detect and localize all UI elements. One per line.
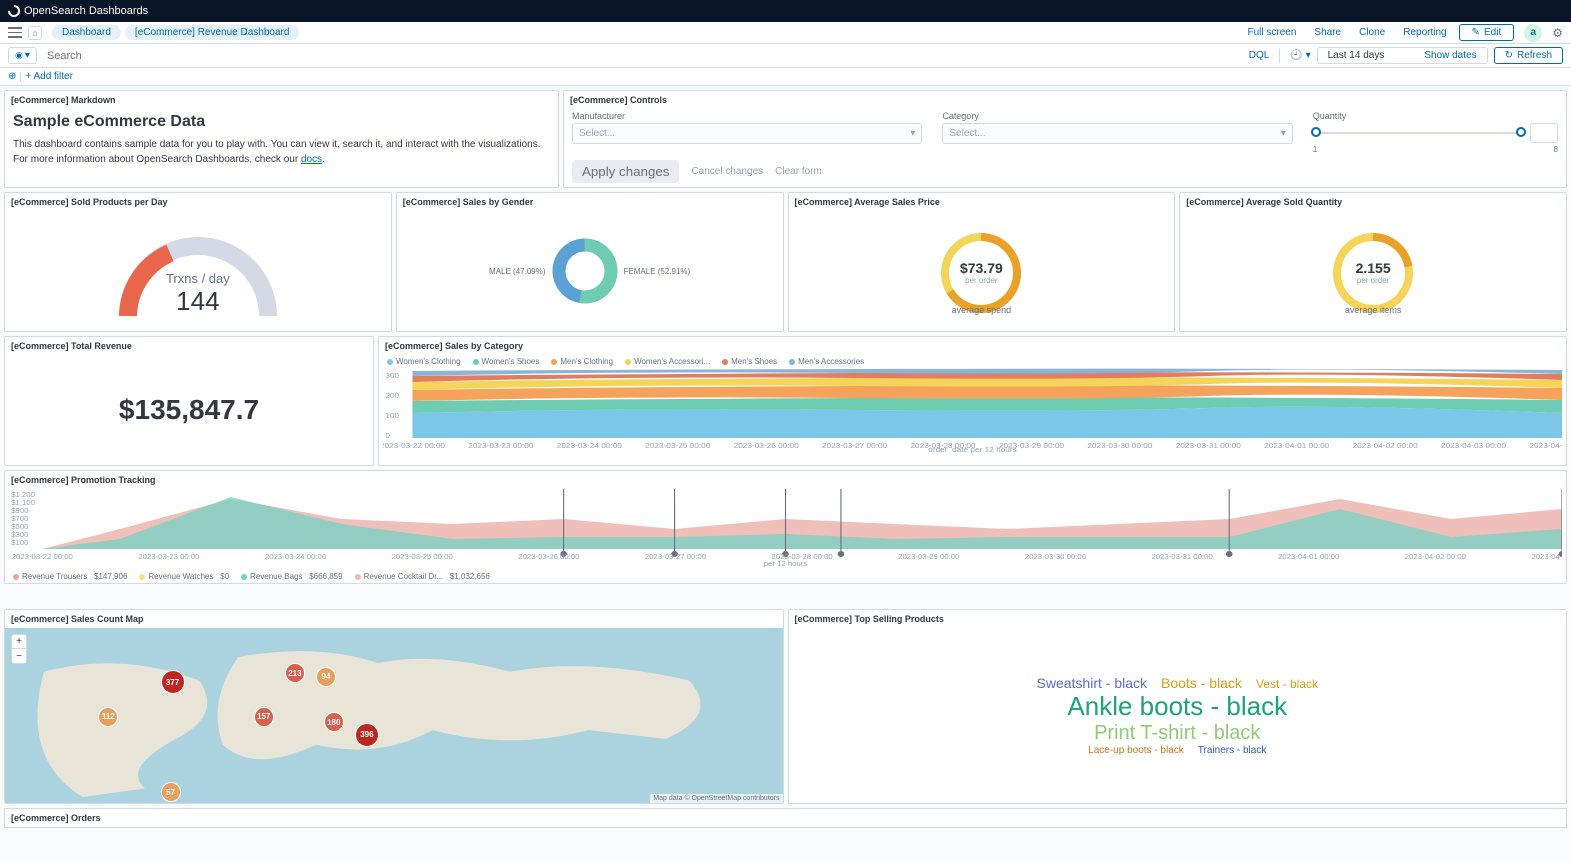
panel-orders: [eCommerce] Orders — [4, 808, 1567, 828]
dql-label[interactable]: DQL — [1249, 50, 1270, 61]
svg-text:100: 100 — [385, 412, 399, 420]
panel-map: [eCommerce] Sales Count Map +− 112377571… — [4, 609, 784, 804]
gear-icon[interactable]: ⚙ — [1552, 26, 1563, 40]
add-filter[interactable]: + Add filter — [25, 71, 73, 82]
search-input[interactable] — [43, 48, 1243, 64]
zoom-in-icon: + — [12, 635, 26, 649]
ql-selector[interactable]: ◉ ▾ — [8, 47, 37, 64]
svg-text:200: 200 — [385, 392, 399, 400]
panel-sales-category: [eCommerce] Sales by Category Women's Cl… — [378, 336, 1567, 466]
svg-text:2023-03-31 00:00: 2023-03-31 00:00 — [1176, 442, 1241, 450]
manufacturer-select[interactable]: Select...▾ — [572, 123, 922, 144]
apply-button[interactable]: Apply changes — [572, 160, 679, 183]
reporting-link[interactable]: Reporting — [1403, 27, 1446, 38]
panel-avg-qty: [eCommerce] Average Sold Quantity 2.155 … — [1179, 192, 1567, 332]
show-dates[interactable]: Show dates — [1424, 50, 1476, 61]
svg-text:per 12 hours: per 12 hours — [764, 559, 808, 567]
zoom-out-icon: − — [12, 649, 26, 663]
brand-logo[interactable]: OpenSearch Dashboards — [8, 5, 148, 17]
revenue-metric: $135,847.7 — [5, 355, 373, 465]
svg-text:2023-03-24 00:00: 2023-03-24 00:00 — [265, 552, 326, 561]
crumb-current[interactable]: [eCommerce] Revenue Dashboard — [125, 25, 300, 40]
nav-bar: ⌂ Dashboard [eCommerce] Revenue Dashboar… — [0, 22, 1571, 44]
svg-text:2023-03-31 00:00: 2023-03-31 00:00 — [1151, 552, 1212, 561]
svg-text:2023-04-03 00:00: 2023-04-03 00:00 — [1441, 442, 1506, 450]
promo-area-chart: $1,200$1,100$900$700$500$300$100 2023-03… — [9, 489, 1562, 567]
pencil-icon: ✎ — [1472, 27, 1480, 38]
svg-text:2023-04-02 00:00: 2023-04-02 00:00 — [1405, 552, 1466, 561]
svg-text:2023-04-04 00:00: 2023-04-04 00:00 — [1529, 442, 1562, 450]
menu-icon[interactable] — [8, 26, 22, 40]
markdown-body: This dashboard contains sample data for … — [13, 137, 550, 167]
opensearch-icon — [6, 3, 23, 20]
breadcrumb: Dashboard [eCommerce] Revenue Dashboard — [52, 25, 299, 40]
svg-text:$100: $100 — [11, 538, 28, 547]
filter-bar: ⊕ + Add filter — [0, 68, 1571, 86]
svg-text:2023-03-22 00:00: 2023-03-22 00:00 — [383, 442, 445, 450]
panel-gauge: [eCommerce] Sold Products per Day Trxns … — [4, 192, 392, 332]
panel-promo: [eCommerce] Promotion Tracking $1,200$1,… — [4, 470, 1567, 584]
svg-text:2023-03-27 00:00: 2023-03-27 00:00 — [645, 552, 706, 561]
svg-text:2023-03-24 00:00: 2023-03-24 00:00 — [557, 442, 622, 450]
panel-markdown: [eCommerce] Markdown Sample eCommerce Da… — [4, 90, 559, 188]
home-icon[interactable]: ⌂ — [28, 26, 42, 40]
svg-text:2023-04-02 00:00: 2023-04-02 00:00 — [1353, 442, 1418, 450]
svg-text:2023-03-22 00:00: 2023-03-22 00:00 — [12, 552, 73, 561]
quantity-slider[interactable] — [1313, 123, 1524, 143]
refresh-icon: ↻ — [1505, 50, 1513, 61]
panel-total-revenue: [eCommerce] Total Revenue $135,847.7 — [4, 336, 374, 466]
clear-link[interactable]: Clear form — [775, 166, 822, 177]
category-legend: Women's ClothingWomen's ShoesMen's Cloth… — [379, 355, 1566, 368]
edit-button[interactable]: ✎ Edit — [1459, 24, 1515, 41]
svg-text:2023-03-29 00:00: 2023-03-29 00:00 — [898, 552, 959, 561]
quantity-input[interactable] — [1530, 123, 1558, 143]
svg-text:0: 0 — [385, 432, 390, 440]
avatar[interactable]: a — [1524, 24, 1542, 42]
share-link[interactable]: Share — [1314, 27, 1341, 38]
cancel-link[interactable]: Cancel changes — [691, 166, 763, 177]
app-header: OpenSearch Dashboards — [0, 0, 1571, 22]
svg-text:order_date per 12 hours: order_date per 12 hours — [928, 446, 1017, 453]
docs-link[interactable]: docs — [301, 154, 322, 165]
crumb-dashboard[interactable]: Dashboard — [52, 25, 121, 40]
panel-gender: [eCommerce] Sales by Gender MALE (47.09%… — [396, 192, 784, 332]
chevron-down-icon: ▾ — [1281, 128, 1286, 139]
svg-text:2023-03-23 00:00: 2023-03-23 00:00 — [138, 552, 199, 561]
svg-text:2023-04-01 00:00: 2023-04-01 00:00 — [1278, 552, 1339, 561]
svg-text:2023-04-01 00:00: 2023-04-01 00:00 — [1264, 442, 1329, 450]
refresh-button[interactable]: ↻ Refresh — [1494, 47, 1563, 64]
filter-icon[interactable]: ⊕ — [8, 71, 16, 82]
map-zoom[interactable]: +− — [11, 634, 27, 664]
date-range[interactable]: Last 14 days Show dates — [1317, 47, 1488, 64]
wordcloud: Sweatshirt - blackBoots - blackVest - bl… — [789, 628, 1567, 803]
category-select[interactable]: Select...▾ — [942, 123, 1292, 144]
chevron-down-icon: ▾ — [910, 128, 915, 139]
search-bar: ◉ ▾ DQL 🕘 ▾ Last 14 days Show dates ↻ Re… — [0, 44, 1571, 68]
panel-avg-price: [eCommerce] Average Sales Price $73.79 p… — [788, 192, 1176, 332]
panel-top-products: [eCommerce] Top Selling Products Sweatsh… — [788, 609, 1568, 804]
svg-text:2023-04-03 00:00: 2023-04-03 00:00 — [1531, 552, 1562, 561]
promo-legend: Revenue Trousers $147,906Revenue Watches… — [5, 570, 1566, 583]
svg-text:2023-03-26 00:00: 2023-03-26 00:00 — [734, 442, 799, 450]
markdown-heading: Sample eCommerce Data — [13, 113, 550, 131]
svg-text:2023-03-30 00:00: 2023-03-30 00:00 — [1025, 552, 1086, 561]
svg-text:2023-03-30 00:00: 2023-03-30 00:00 — [1087, 442, 1152, 450]
svg-text:2023-03-25 00:00: 2023-03-25 00:00 — [645, 442, 710, 450]
gender-donut — [550, 236, 620, 306]
sales-map[interactable]: +− 1123775715721394180396 Map data © Ope… — [5, 628, 783, 803]
category-area-chart: 300 200 100 0 2023-03-22 00:00 2023-03-23 00… — [383, 368, 1562, 453]
fullscreen-link[interactable]: Full screen — [1248, 27, 1297, 38]
svg-text:300: 300 — [385, 372, 399, 380]
svg-text:2023-03-25 00:00: 2023-03-25 00:00 — [392, 552, 453, 561]
svg-text:2023-03-23 00:00: 2023-03-23 00:00 — [468, 442, 533, 450]
svg-text:2023-03-27 00:00: 2023-03-27 00:00 — [822, 442, 887, 450]
clock-icon[interactable]: 🕘 ▾ — [1290, 50, 1310, 61]
panel-controls: [eCommerce] Controls Manufacturer Select… — [563, 90, 1567, 188]
brand-text: OpenSearch Dashboards — [24, 5, 148, 17]
svg-text:2023-03-26 00:00: 2023-03-26 00:00 — [518, 552, 579, 561]
clone-link[interactable]: Clone — [1359, 27, 1385, 38]
